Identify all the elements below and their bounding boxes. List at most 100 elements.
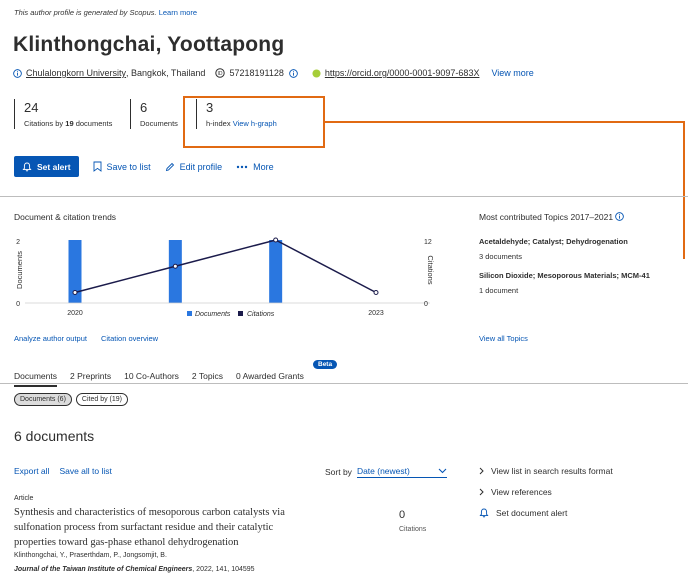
- document-source: Journal of the Taiwan Institute of Chemi…: [14, 566, 255, 573]
- citations-point: [72, 290, 78, 295]
- profile-tabs: Documents 2 Preprints 10 Co-Authors 2 To…: [14, 371, 317, 387]
- topic-name: Acetaldehyde; Catalyst; Dehydrogenation: [479, 237, 628, 246]
- annotation-connector: [325, 121, 685, 123]
- tab-preprints[interactable]: 2 Preprints: [70, 371, 111, 387]
- save-to-list-button[interactable]: Save to list: [93, 161, 151, 172]
- info-icon[interactable]: [289, 68, 298, 78]
- citation-overview-link[interactable]: Citation overview: [101, 334, 158, 343]
- sort-control: Sort by Date (newest): [325, 466, 447, 478]
- citing-docs-count[interactable]: 19: [65, 119, 73, 128]
- more-button[interactable]: More: [236, 162, 274, 172]
- topics-title: Most contributed Topics 2017–2021: [479, 212, 625, 222]
- topic-docs: 1 document: [479, 286, 519, 295]
- trends-chart: 2 0 12 0 Documents Citations 2020 2023 D…: [15, 237, 435, 318]
- tab-documents[interactable]: Documents: [14, 371, 57, 387]
- view-all-topics-link[interactable]: View all Topics: [479, 334, 528, 343]
- citations-label: Citations by 19 documents: [24, 119, 113, 128]
- citations-point: [373, 290, 379, 295]
- topic-item[interactable]: Acetaldehyde; Catalyst; Dehydrogenation …: [479, 237, 628, 261]
- export-all-link[interactable]: Export all: [14, 466, 49, 476]
- tab-awarded-grants[interactable]: 0 Awarded Grants: [236, 371, 304, 387]
- journal-info: , 2022, 141, 104595: [192, 566, 255, 573]
- bookmark-icon: [93, 161, 101, 172]
- affiliation-item: Chulalongkorn University, Bangkok, Thail…: [13, 68, 205, 78]
- location-text: , Bangkok, Thailand: [126, 68, 206, 78]
- author-name: Klinthongchai, Yoottapong: [13, 33, 285, 56]
- tab-co-authors[interactable]: 10 Co-Authors: [124, 371, 179, 387]
- citations-value: 24: [24, 100, 39, 115]
- chevron-right-icon: [479, 488, 484, 496]
- y-axis-label: Documents: [15, 251, 24, 289]
- legend-swatch-documents: [187, 311, 192, 316]
- y2-tick-label: 12: [424, 239, 432, 246]
- svg-text:ID: ID: [218, 71, 223, 77]
- citations-series-line: [74, 239, 377, 294]
- tabs-divider: [0, 383, 688, 384]
- highlight-box: [183, 96, 325, 148]
- journal-name[interactable]: Journal of the Taiwan Institute of Chemi…: [14, 566, 192, 573]
- learn-more-link[interactable]: Learn more: [159, 8, 197, 17]
- info-icon: [13, 68, 22, 78]
- sort-label: Sort by: [325, 467, 352, 477]
- sort-select[interactable]: Date (newest): [356, 466, 447, 478]
- id-badge-icon: ID: [215, 68, 226, 78]
- orcid-link[interactable]: https://orcid.org/0000-0001-9097-683X: [325, 68, 480, 78]
- orcid-item: https://orcid.org/0000-0001-9097-683X: [312, 68, 480, 78]
- y2-axis-label: Citations: [426, 255, 435, 284]
- set-alert-label: Set alert: [37, 161, 71, 172]
- legend-label-citations: Citations: [247, 311, 275, 318]
- chart-legend: Documents Citations: [187, 311, 275, 318]
- notice-text: This author profile is generated by Scop…: [14, 8, 157, 17]
- documents-value: 6: [140, 100, 148, 115]
- beta-badge: Beta: [313, 360, 338, 369]
- analyze-author-output-link[interactable]: Analyze author output: [14, 334, 87, 343]
- view-more-link[interactable]: View more: [491, 68, 533, 78]
- list-actions: Export all Save all to list: [14, 466, 122, 476]
- tab-topics[interactable]: 2 Topics: [192, 371, 223, 387]
- documents-bar: [269, 240, 283, 303]
- annotation-connector: [683, 121, 685, 259]
- document-authors: Klinthongchai, Y., Praserthdam, P., Jong…: [14, 552, 167, 559]
- topic-item[interactable]: Silicon Dioxide; Mesoporous Materials; M…: [479, 271, 650, 295]
- set-alert-button[interactable]: Set alert: [14, 156, 79, 177]
- trends-title: Document & citation trends: [14, 212, 117, 222]
- metric-documents[interactable]: 6 Documents: [140, 100, 178, 128]
- document-title-link[interactable]: Synthesis and characteristics of mesopor…: [14, 505, 314, 550]
- legend-swatch-citations: [238, 311, 243, 316]
- documents-count-heading: 6 documents: [14, 428, 95, 444]
- document-citations-label: Citations: [399, 526, 427, 533]
- affiliation-link[interactable]: Chulalongkorn University: [26, 68, 126, 78]
- chart-links: Analyze author output Citation overview: [14, 334, 172, 343]
- chevron-down-icon: [438, 468, 447, 474]
- metric-citations: 24 Citations by 19 documents: [24, 100, 112, 128]
- document-type: Article: [14, 495, 34, 502]
- citations-point: [172, 263, 178, 269]
- citations-point: [273, 237, 279, 243]
- x-tick-label: 2020: [67, 310, 83, 317]
- author-meta-row: Chulalongkorn University, Bangkok, Thail…: [13, 67, 534, 79]
- save-all-to-list-link[interactable]: Save all to list: [59, 466, 111, 476]
- chevron-right-icon: [479, 467, 484, 475]
- sort-value: Date (newest): [356, 466, 410, 476]
- x-tick-label: 2023: [368, 310, 384, 317]
- document-filter-chips: Documents (6) Cited by (19): [14, 393, 132, 406]
- y-tick-label: 2: [16, 239, 20, 246]
- profile-actions: Set alert Save to list Edit profile More: [14, 156, 274, 177]
- metric-divider: [130, 99, 131, 129]
- section-divider: [0, 196, 688, 197]
- metric-divider: [14, 99, 15, 129]
- chip-cited-by[interactable]: Cited by (19): [75, 393, 128, 406]
- orcid-icon: [312, 68, 321, 78]
- view-list-search-results-link[interactable]: View list in search results format: [479, 466, 613, 476]
- scopus-id: 57218191128: [229, 68, 284, 78]
- edit-profile-button[interactable]: Edit profile: [165, 162, 222, 172]
- set-document-alert-link[interactable]: Set document alert: [479, 508, 567, 518]
- y-tick-label: 0: [16, 301, 20, 308]
- chip-documents[interactable]: Documents (6): [14, 393, 72, 406]
- bell-icon: [479, 508, 489, 518]
- info-icon[interactable]: [615, 212, 625, 221]
- view-references-link[interactable]: View references: [479, 487, 552, 497]
- topic-name: Silicon Dioxide; Mesoporous Materials; M…: [479, 271, 650, 280]
- document-citations-count: 0: [399, 509, 406, 521]
- topic-docs: 3 documents: [479, 252, 522, 261]
